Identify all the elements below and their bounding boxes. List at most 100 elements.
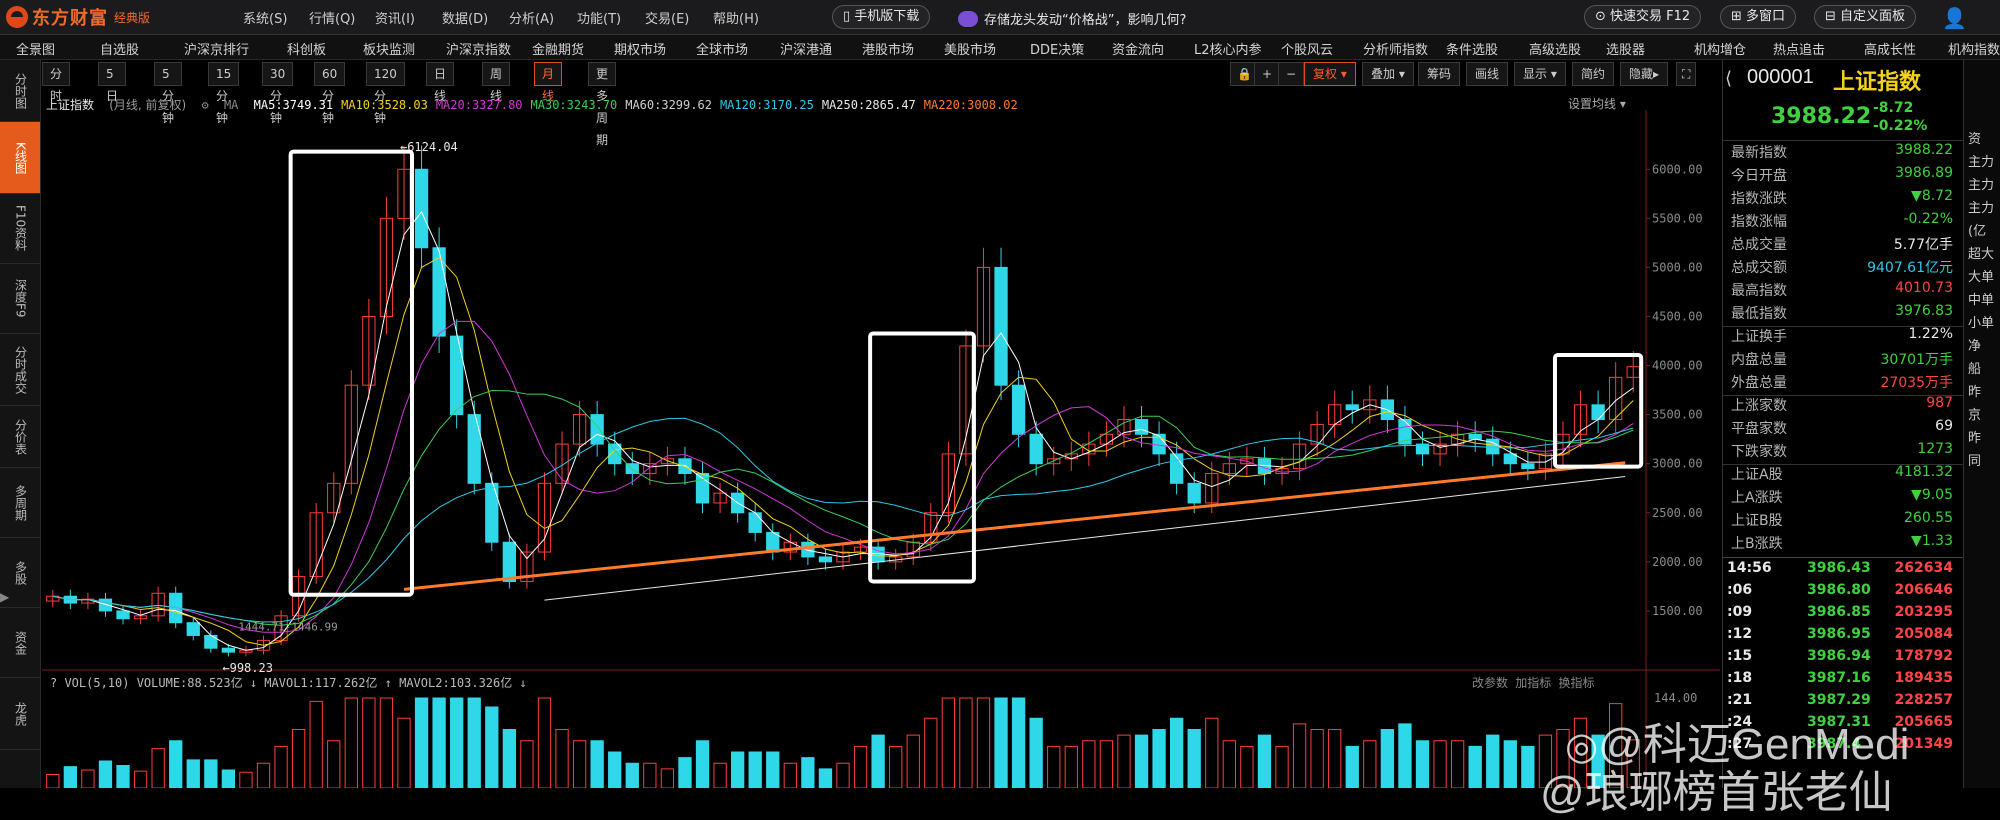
chips-button[interactable]: 筹码	[1418, 62, 1461, 86]
nav-item-11[interactable]: 美股市场	[944, 39, 996, 58]
nav-item-4[interactable]: 板块监测	[363, 39, 415, 58]
draw-line-button[interactable]: 画线	[1466, 62, 1509, 86]
nav-item-8[interactable]: 全球市场	[696, 39, 748, 58]
volume-bar	[1082, 740, 1096, 788]
volume-bar	[994, 697, 1008, 788]
quote-row-key: 外盘总量	[1731, 375, 1787, 391]
period-btn-5[interactable]: 60分钟	[314, 62, 346, 125]
nav-item-15[interactable]: 个股风云	[1281, 39, 1333, 58]
menu-system[interactable]: 系统(S)	[243, 8, 287, 27]
quote-stats: 最新指数 3988.22 今日开盘 3986.89 指数涨跌 ▼8.72 指数涨幅 -0.22…	[1723, 142, 1963, 632]
hide-button[interactable]: 隐藏▸	[1620, 62, 1669, 86]
volume-bar	[853, 745, 868, 788]
nav-item-22[interactable]: 高成长性	[1864, 39, 1916, 58]
left-tab-0[interactable]: 分时图	[0, 60, 40, 122]
edition-label: 经典版	[114, 10, 151, 25]
left-tab-3[interactable]: 深度F9	[0, 264, 40, 334]
y-tick-label: 3000.00	[1652, 457, 1703, 471]
nav-item-2[interactable]: 沪深京排行	[184, 39, 249, 58]
tick-time: :12	[1727, 626, 1753, 642]
y-tick-label: 6000.00	[1652, 162, 1703, 176]
nav-item-18[interactable]: 高级选股	[1529, 39, 1581, 58]
nav-item-5[interactable]: 沪深京指数	[446, 39, 511, 58]
menu-quotes[interactable]: 行情(Q)	[309, 8, 355, 27]
volume-bar	[555, 729, 569, 788]
fuquan-dropdown[interactable]: 复权 ▾	[1304, 62, 1356, 86]
left-tab-5[interactable]: 分价表	[0, 406, 40, 468]
tick-time: :15	[1727, 648, 1753, 664]
overlay-dropdown[interactable]: 叠加 ▾	[1362, 62, 1414, 86]
custom-panel-button[interactable]: ⊟ 自定义面板	[1814, 5, 1917, 29]
y-tick-label: 2500.00	[1652, 506, 1703, 520]
period-btn-10[interactable]: 更多周期	[588, 62, 617, 147]
display-dropdown[interactable]: 显示 ▾	[1514, 62, 1566, 86]
volume-bar	[1064, 745, 1078, 788]
prev-symbol-icon[interactable]: ⟨	[1725, 68, 1732, 89]
nav-item-19[interactable]: 选股器	[1606, 39, 1645, 58]
period-btn-9[interactable]: 月线	[534, 62, 563, 103]
fullscreen-icon[interactable]: ⛶	[1676, 62, 1697, 86]
volume-bar	[1187, 729, 1201, 788]
period-btn-2[interactable]: 5分钟	[154, 62, 182, 125]
quick-trade-button[interactable]: ⊙ 快速交易 F12	[1584, 5, 1702, 29]
nav-item-0[interactable]: 全景图	[16, 39, 55, 58]
nav-item-13[interactable]: 资金流向	[1112, 39, 1164, 58]
menu-data[interactable]: 数据(D)	[442, 8, 488, 27]
news-ticker[interactable]: 存储龙头发动“价格战”，影响几何?	[958, 9, 1186, 28]
title-menu-bar: 东方财富 经典版 系统(S) 行情(Q) 资讯(I) 数据(D) 分析(A) 功…	[0, 0, 2000, 35]
zoom-in-icon[interactable]: +	[1254, 62, 1281, 86]
nav-item-10[interactable]: 港股市场	[862, 39, 914, 58]
nav-item-6[interactable]: 金融期货	[532, 39, 584, 58]
menu-analysis[interactable]: 分析(A)	[509, 8, 554, 27]
nav-item-7[interactable]: 期权市场	[614, 39, 666, 58]
left-tab-4[interactable]: 分时成交	[0, 334, 40, 406]
quote-row-value: 4010.73	[1895, 280, 1953, 296]
volume-bar	[1380, 729, 1395, 788]
fuquan-label: 复权	[1313, 67, 1338, 81]
left-tab-9[interactable]: 龙虎	[0, 678, 40, 750]
nav-item-21[interactable]: 热点追击	[1773, 39, 1825, 58]
quote-row: 总成交额 9407.61亿元	[1731, 257, 1953, 279]
ma-settings-label: 设置均线	[1568, 97, 1617, 111]
nav-item-17[interactable]: 条件选股	[1446, 39, 1498, 58]
nav-item-9[interactable]: 沪深港通	[780, 39, 832, 58]
tick-price: 3987.29	[1807, 692, 1871, 708]
nav-item-14[interactable]: L2核心内参	[1194, 39, 1262, 58]
mobile-download-button[interactable]: ▯ 手机版下载	[832, 5, 931, 29]
quote-row-value: 3986.89	[1895, 165, 1953, 181]
user-icon[interactable]: 👤	[1942, 6, 1967, 30]
simple-mode-button[interactable]: 简约	[1572, 62, 1615, 86]
collapse-left-icon[interactable]: ▶	[0, 590, 10, 620]
tick-price: 3986.95	[1807, 626, 1871, 642]
y-tick-label: 2000.00	[1652, 555, 1703, 569]
nav-item-20[interactable]: 机构增仓	[1694, 39, 1746, 58]
nav-item-16[interactable]: 分析师指数	[1363, 39, 1428, 58]
period-btn-1[interactable]: 5日	[98, 62, 126, 103]
nav-item-3[interactable]: 科创板	[287, 39, 326, 58]
nav-item-23[interactable]: 机构指数	[1948, 39, 2000, 58]
period-btn-6[interactable]: 120分钟	[366, 62, 405, 125]
volume-bar	[695, 740, 710, 788]
quote-row-key: 最低指数	[1731, 306, 1787, 322]
menu-news[interactable]: 资讯(I)	[375, 8, 415, 27]
candle-body	[221, 647, 236, 653]
left-tab-1[interactable]: K线图	[0, 122, 40, 194]
kline-chart[interactable]: 6000.00 5500.00 5000.00 4500.00 4000.00 3500.…	[42, 110, 1720, 788]
period-btn-8[interactable]: 周线	[482, 62, 511, 103]
period-btn-7[interactable]: 日线	[426, 62, 455, 103]
nav-item-1[interactable]: 自选股	[100, 39, 139, 58]
left-tab-2[interactable]: F10资料	[0, 194, 40, 264]
period-btn-3[interactable]: 15分钟	[208, 62, 240, 125]
zoom-out-icon[interactable]: −	[1278, 62, 1305, 86]
menu-trade[interactable]: 交易(E)	[645, 8, 689, 27]
menu-functions[interactable]: 功能(T)	[577, 8, 621, 27]
multi-window-button[interactable]: ⊞ 多窗口	[1720, 5, 1797, 29]
period-btn-0[interactable]: 分时	[42, 62, 71, 103]
market-nav-bar: 全景图 自选股 沪深京排行 科创板 板块监测 沪深京指数 金融期货 期权市场 全球市场 沪深港通 港…	[0, 35, 2000, 60]
menu-help[interactable]: 帮助(H)	[713, 8, 759, 27]
left-tab-6[interactable]: 多周期	[0, 468, 40, 538]
period-btn-4[interactable]: 30分钟	[262, 62, 294, 125]
candle-body	[1521, 463, 1535, 470]
nav-item-12[interactable]: DDE决策	[1030, 39, 1084, 58]
volume-bar	[1363, 740, 1377, 788]
